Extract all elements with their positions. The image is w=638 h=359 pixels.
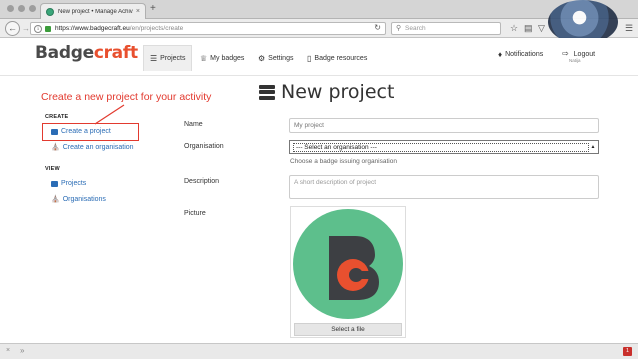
page-info-icon[interactable]: i bbox=[34, 25, 42, 33]
url-path: /en/projects/create bbox=[129, 25, 184, 32]
url-text[interactable]: https://www.badgecraft.eu/en/projects/cr… bbox=[55, 25, 183, 32]
browser-bottom-bar: × » 1 bbox=[0, 343, 638, 359]
badgecraft-favicon-icon bbox=[46, 7, 54, 16]
tab-title: New project • Manage Achiv... bbox=[58, 8, 133, 15]
search-icon: ⚲ bbox=[396, 25, 402, 32]
book-icon: ▯ bbox=[307, 53, 312, 63]
name-label: Name bbox=[184, 121, 203, 128]
institution-icon: ⛪ bbox=[51, 144, 60, 151]
organisation-select[interactable]: --- Select an organisation --- ▲ bbox=[289, 140, 599, 154]
sidebar-projects[interactable]: Projects bbox=[51, 180, 86, 187]
badgecraft-b-logo-icon bbox=[329, 236, 379, 300]
description-textarea[interactable]: A short description of project bbox=[289, 175, 599, 199]
reload-icon[interactable]: ↻ bbox=[374, 23, 381, 32]
search-placeholder: Search bbox=[405, 25, 426, 32]
badgecraft-logo[interactable]: Badgecraft bbox=[35, 43, 138, 63]
organisation-help-text: Choose a badge issuing organisation bbox=[290, 158, 397, 165]
nav-badge-resources-label: Badge resources bbox=[314, 54, 368, 62]
nav-my-badges-label: My badges bbox=[210, 54, 245, 62]
sidebar-organisations-label: Organisations bbox=[62, 195, 106, 203]
nav-settings-label: Settings bbox=[268, 54, 294, 62]
list-icon bbox=[259, 84, 275, 100]
sidebar-create-project[interactable]: Create a project bbox=[51, 128, 111, 135]
nav-my-badges[interactable]: ♕ My badges bbox=[194, 45, 250, 71]
forward-button[interactable]: → bbox=[22, 24, 30, 33]
lock-icon bbox=[45, 26, 51, 32]
sidebar-create-project-label: Create a project bbox=[61, 128, 111, 135]
nav-projects[interactable]: ☰ Projects bbox=[143, 45, 193, 71]
bookmark-star-icon[interactable]: ☆ bbox=[510, 23, 518, 33]
browser-tab-active[interactable]: New project • Manage Achiv... × bbox=[40, 3, 146, 19]
window-close-button[interactable] bbox=[7, 5, 14, 12]
sidebar-create-organisation[interactable]: ⛪ Create an organisation bbox=[51, 143, 134, 152]
logo-part-badge: Badge bbox=[35, 43, 94, 63]
nav-projects-label: Projects bbox=[160, 55, 186, 62]
logged-in-username: Natija bbox=[569, 58, 581, 63]
expand-arrows-icon[interactable]: » bbox=[20, 346, 24, 355]
nav-badge-resources[interactable]: ▯ Badge resources bbox=[301, 45, 373, 71]
logout-icon: ⇨ bbox=[562, 49, 569, 58]
sidebar-projects-label: Projects bbox=[61, 180, 87, 187]
notifications-label: Notifications bbox=[505, 51, 544, 58]
trophy-icon: ♕ bbox=[200, 53, 208, 63]
list-icon: ☰ bbox=[150, 54, 158, 63]
picture-upload-panel: Select a file bbox=[290, 206, 406, 338]
address-bar[interactable]: i https://www.badgecraft.eu/en/projects/… bbox=[30, 22, 386, 35]
picture-label: Picture bbox=[184, 210, 206, 217]
nav-settings[interactable]: ⚙ Settings bbox=[252, 45, 299, 71]
close-icon[interactable]: × bbox=[6, 347, 10, 354]
sidebar-organisations[interactable]: ⛪ Organisations bbox=[51, 195, 106, 204]
logo-part-craft: craft bbox=[93, 43, 138, 63]
select-arrows-icon: ▲ bbox=[590, 144, 596, 150]
list-icon bbox=[51, 180, 58, 187]
url-host: https://www.badgecraft.eu bbox=[55, 25, 130, 32]
description-label: Description bbox=[184, 178, 220, 185]
menu-hamburger-icon[interactable]: ☰ bbox=[625, 23, 633, 33]
window-zoom-button[interactable] bbox=[29, 5, 36, 12]
notifications-link[interactable]: ♦ Notifications bbox=[498, 50, 543, 59]
tab-close-icon[interactable]: × bbox=[136, 8, 140, 15]
reading-list-icon[interactable]: ▤ bbox=[524, 23, 533, 33]
back-button[interactable]: ← bbox=[5, 21, 20, 36]
site-header: Badgecraft ☰ Projects ♕ My badges ⚙ Sett… bbox=[0, 38, 638, 76]
select-file-button[interactable]: Select a file bbox=[294, 323, 402, 336]
pocket-icon[interactable]: ▽ bbox=[538, 23, 545, 33]
gears-icon: ⚙ bbox=[258, 53, 266, 63]
browser-navbar: ← → i https://www.badgecraft.eu/en/proje… bbox=[0, 19, 638, 38]
logout-label: Logout bbox=[573, 51, 596, 58]
list-icon bbox=[51, 128, 58, 135]
view-section-heading: VIEW bbox=[45, 166, 60, 172]
institution-icon: ⛪ bbox=[51, 196, 60, 203]
window-minimize-button[interactable] bbox=[18, 5, 25, 12]
page-heading: New project bbox=[259, 81, 394, 103]
sidebar-create-organisation-label: Create an organisation bbox=[62, 143, 134, 151]
create-section-heading: CREATE bbox=[45, 114, 69, 120]
notification-count-badge[interactable]: 1 bbox=[623, 347, 632, 356]
browser-titlebar: New project • Manage Achiv... × + bbox=[0, 0, 638, 19]
logout-link[interactable]: ⇨ Logout bbox=[562, 49, 595, 58]
instruction-annotation: Create a new project for your activity bbox=[41, 91, 212, 103]
search-bar[interactable]: ⚲ Search bbox=[391, 22, 501, 35]
page-title: New project bbox=[281, 81, 395, 103]
new-tab-button[interactable]: + bbox=[150, 4, 156, 14]
project-name-input[interactable] bbox=[289, 118, 599, 133]
organisation-select-value: --- Select an organisation --- bbox=[293, 143, 589, 152]
organisation-label: Organisation bbox=[184, 143, 224, 150]
bell-icon: ♦ bbox=[498, 50, 503, 59]
badge-preview-image bbox=[293, 209, 403, 319]
